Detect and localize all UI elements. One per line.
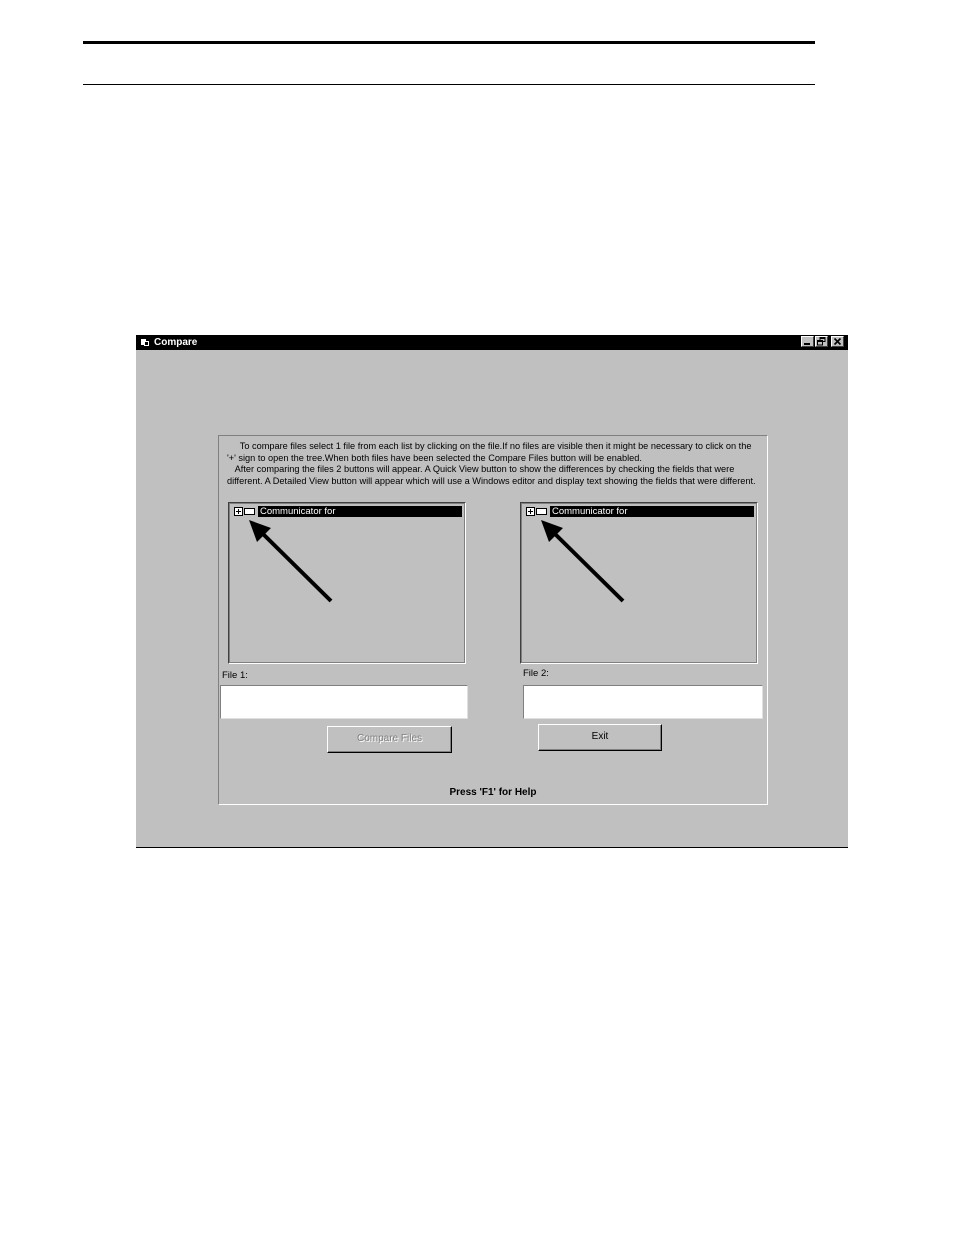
tree-node-label[interactable]: Communicator for: [550, 506, 754, 517]
close-button[interactable]: [831, 336, 844, 347]
instructions-paragraph-1: To compare files select 1 file from each…: [227, 441, 755, 463]
compare-window: Compare To compare files select 1 file f…: [136, 335, 848, 848]
file2-field[interactable]: [523, 685, 763, 719]
page-header-rule: [83, 41, 815, 44]
tree-node[interactable]: Communicator for: [233, 506, 462, 517]
restore-button[interactable]: [815, 336, 828, 347]
instructions-paragraph-2: After comparing the files 2 buttons will…: [227, 464, 756, 486]
file1-label: File 1:: [222, 670, 248, 681]
folder-icon: [244, 508, 255, 515]
instructions-text: To compare files select 1 file from each…: [227, 441, 762, 487]
exit-button[interactable]: Exit: [538, 724, 662, 751]
window-title: Compare: [154, 337, 198, 348]
tree-node-label[interactable]: Communicator for: [258, 506, 462, 517]
title-bar[interactable]: Compare: [136, 335, 848, 350]
plus-expand-icon[interactable]: [526, 507, 535, 516]
arrow-icon: [541, 520, 625, 603]
compare-frame: To compare files select 1 file from each…: [218, 435, 768, 805]
file2-label: File 2:: [523, 668, 549, 679]
plus-expand-icon[interactable]: [234, 507, 243, 516]
close-icon: [833, 337, 842, 346]
minimize-button[interactable]: [801, 336, 814, 347]
restore-icon: [817, 337, 826, 346]
app-icon: [141, 339, 149, 346]
compare-files-button[interactable]: Compare Files: [327, 726, 452, 753]
minimize-icon: [804, 343, 810, 345]
file2-tree[interactable]: Communicator for: [520, 502, 758, 664]
tree-node[interactable]: Communicator for: [525, 506, 754, 517]
folder-icon: [536, 508, 547, 515]
arrow-icon: [249, 520, 333, 603]
help-hint: Press 'F1' for Help: [449, 787, 537, 798]
page-header-divider: [83, 84, 815, 85]
file1-tree[interactable]: Communicator for: [228, 502, 466, 664]
file1-field[interactable]: [220, 685, 468, 719]
